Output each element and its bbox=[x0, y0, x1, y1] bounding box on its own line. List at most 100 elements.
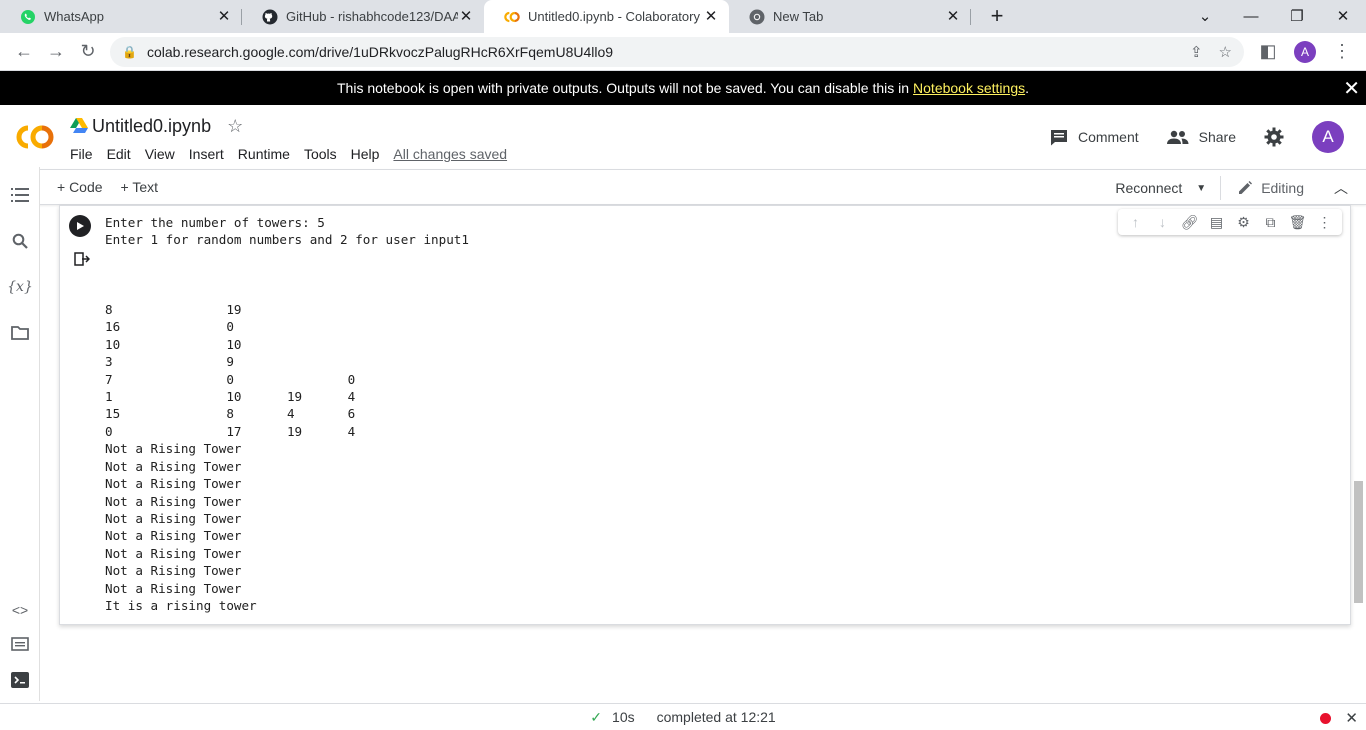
terminal-icon[interactable] bbox=[9, 669, 31, 691]
menu-runtime[interactable]: Runtime bbox=[238, 146, 290, 162]
output-line: 16 0 bbox=[105, 319, 234, 335]
check-icon: ✓ bbox=[590, 708, 603, 725]
close-icon[interactable]: ✕ bbox=[1343, 76, 1360, 101]
menu-view[interactable]: View bbox=[145, 146, 175, 162]
menu-help[interactable]: Help bbox=[351, 146, 380, 162]
notebook-title[interactable]: Untitled0.ipynb bbox=[92, 116, 211, 137]
colab-header: Untitled0.ipynb ☆ File Edit View Insert … bbox=[0, 105, 1366, 169]
star-icon[interactable]: ☆ bbox=[227, 116, 243, 137]
menu-edit[interactable]: Edit bbox=[107, 146, 131, 162]
chevron-down-icon[interactable]: ▼ bbox=[1196, 183, 1206, 194]
output-line: Not a Rising Tower bbox=[105, 528, 242, 544]
comment-button[interactable]: Comment bbox=[1050, 129, 1139, 146]
more-options-icon[interactable]: ⋮ bbox=[1311, 214, 1338, 231]
share-button[interactable]: Share bbox=[1166, 129, 1236, 145]
editing-label: Editing bbox=[1261, 180, 1304, 196]
clear-output-icon[interactable] bbox=[74, 252, 91, 271]
notebook-settings-link[interactable]: Notebook settings bbox=[913, 80, 1025, 96]
mirror-cell-icon[interactable]: ⧉ bbox=[1257, 214, 1284, 231]
run-cell-button[interactable] bbox=[69, 215, 91, 237]
chevron-down-icon[interactable]: ⌄ bbox=[1182, 0, 1228, 33]
toolbar-divider bbox=[1220, 176, 1222, 200]
chevron-up-icon[interactable]: ︿ bbox=[1326, 178, 1356, 198]
bookmark-star-icon[interactable]: ☆ bbox=[1219, 43, 1232, 61]
table-of-contents-icon[interactable] bbox=[9, 184, 31, 206]
tab-whatsapp[interactable]: WhatsApp ✕ bbox=[0, 0, 242, 33]
add-code-button[interactable]: + Code bbox=[57, 179, 103, 195]
whatsapp-icon bbox=[20, 9, 36, 25]
avatar[interactable]: A bbox=[1312, 121, 1344, 153]
tab-divider bbox=[970, 9, 971, 25]
tab-title: Untitled0.ipynb - Colaboratory bbox=[528, 9, 700, 24]
url-input[interactable]: 🔒 colab.research.google.com/drive/1uDRkv… bbox=[110, 36, 1244, 67]
colab-logo[interactable] bbox=[0, 105, 70, 169]
variables-icon[interactable]: {x} bbox=[7, 276, 33, 298]
editing-mode-button[interactable]: Editing bbox=[1237, 180, 1304, 196]
share-page-icon[interactable]: ⇪ bbox=[1190, 43, 1203, 61]
output-line: Enter the number of towers: 5 bbox=[105, 215, 325, 230]
close-icon[interactable]: ✕ bbox=[216, 8, 232, 25]
colab-icon bbox=[504, 9, 520, 25]
gear-icon[interactable]: ⚙ bbox=[1230, 214, 1257, 231]
command-palette-icon[interactable] bbox=[9, 633, 31, 655]
move-up-icon[interactable]: ↑ bbox=[1122, 214, 1149, 230]
menu-file[interactable]: File bbox=[70, 146, 93, 162]
gear-icon bbox=[1264, 127, 1284, 147]
close-icon[interactable]: ✕ bbox=[1345, 709, 1358, 727]
pencil-icon bbox=[1239, 181, 1253, 194]
cell-output: Enter the number of towers: 5 Enter 1 for… bbox=[105, 214, 469, 614]
comment-icon[interactable]: ▤ bbox=[1203, 214, 1230, 231]
tab-new-tab[interactable]: New Tab ✕ bbox=[729, 0, 971, 33]
code-snippets-icon[interactable]: <> bbox=[9, 599, 31, 621]
tab-title: GitHub - rishabhcode123/DAA- bbox=[286, 9, 458, 24]
save-status[interactable]: All changes saved bbox=[393, 146, 507, 162]
output-line: 8 19 bbox=[105, 302, 242, 318]
move-down-icon[interactable]: ↓ bbox=[1149, 214, 1176, 230]
settings-button[interactable] bbox=[1264, 127, 1294, 147]
chrome-icon bbox=[749, 9, 765, 25]
notebook-main: {x} <> ↑ ↓ 🔗︎ ▤ ⚙ ⧉ 🗑︎ ⋮ Enter the numbe bbox=[0, 167, 1366, 701]
output-line: Not a Rising Tower bbox=[105, 563, 242, 579]
output-line: 7 0 0 bbox=[105, 371, 356, 387]
folder-icon[interactable] bbox=[9, 322, 31, 344]
avatar[interactable]: A bbox=[1294, 40, 1316, 63]
restore-icon[interactable]: ❐ bbox=[1274, 0, 1320, 33]
elapsed-time: 10s bbox=[612, 709, 635, 725]
comment-icon bbox=[1050, 129, 1067, 145]
lock-icon[interactable]: 🔒 bbox=[122, 45, 137, 59]
add-text-button[interactable]: + Text bbox=[121, 179, 159, 195]
colab-logo-icon bbox=[16, 125, 54, 149]
back-icon[interactable]: ← bbox=[8, 36, 40, 68]
tab-github[interactable]: GitHub - rishabhcode123/DAA- ✕ bbox=[242, 0, 484, 33]
link-icon[interactable]: 🔗︎ bbox=[1176, 214, 1203, 231]
scrollbar[interactable] bbox=[1354, 481, 1363, 603]
close-window-icon[interactable]: ✕ bbox=[1320, 0, 1366, 33]
reconnect-button[interactable]: Reconnect bbox=[1115, 180, 1182, 196]
forward-icon[interactable]: → bbox=[40, 36, 72, 68]
recording-dot-icon bbox=[1320, 712, 1332, 724]
close-icon[interactable]: ✕ bbox=[458, 8, 474, 25]
close-icon[interactable]: ✕ bbox=[945, 8, 961, 25]
tab-colab[interactable]: Untitled0.ipynb - Colaboratory ✕ bbox=[484, 0, 729, 33]
search-icon[interactable] bbox=[9, 230, 31, 252]
code-cell[interactable]: ↑ ↓ 🔗︎ ▤ ⚙ ⧉ 🗑︎ ⋮ Enter the number of to… bbox=[59, 205, 1351, 625]
google-drive-icon bbox=[70, 118, 88, 133]
menu-insert[interactable]: Insert bbox=[189, 146, 224, 162]
github-icon bbox=[262, 9, 278, 25]
comment-label: Comment bbox=[1077, 129, 1139, 145]
reload-icon[interactable]: ↻ bbox=[72, 36, 104, 68]
output-line: Not a Rising Tower bbox=[105, 580, 242, 596]
minimize-icon[interactable]: — bbox=[1228, 0, 1274, 33]
private-outputs-banner: This notebook is open with private outpu… bbox=[0, 71, 1366, 105]
kebab-menu-icon[interactable]: ⋮ bbox=[1326, 36, 1358, 68]
close-icon[interactable]: ✕ bbox=[703, 8, 719, 25]
trash-icon[interactable]: 🗑︎ bbox=[1284, 214, 1311, 231]
side-panel-icon[interactable]: ◧ bbox=[1252, 36, 1284, 68]
output-line: 10 10 bbox=[105, 336, 242, 352]
menu-tools[interactable]: Tools bbox=[304, 146, 337, 162]
output-line: It is a rising tower bbox=[105, 597, 257, 613]
new-tab-button[interactable]: + bbox=[983, 3, 1011, 31]
